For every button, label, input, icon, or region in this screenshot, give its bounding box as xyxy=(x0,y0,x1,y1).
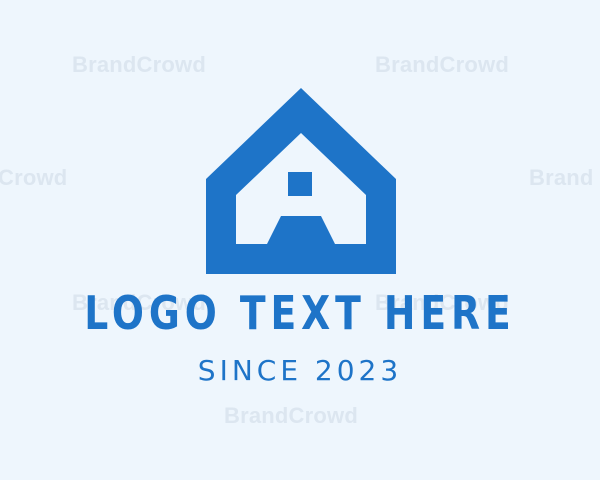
house-window xyxy=(288,172,312,196)
watermark-top-right: BrandCrowd xyxy=(375,52,509,77)
watermark-middle-right: Brand xyxy=(529,165,594,190)
logo-text: LOGO TEXT HERE xyxy=(84,286,516,340)
watermark-middle-left: Crowd xyxy=(0,165,68,190)
watermark-top-left: BrandCrowd xyxy=(72,52,206,77)
house-icon xyxy=(206,88,396,274)
slogan: SINCE 2023 xyxy=(197,354,403,387)
watermark-bottom: BrandCrowd xyxy=(224,403,358,428)
